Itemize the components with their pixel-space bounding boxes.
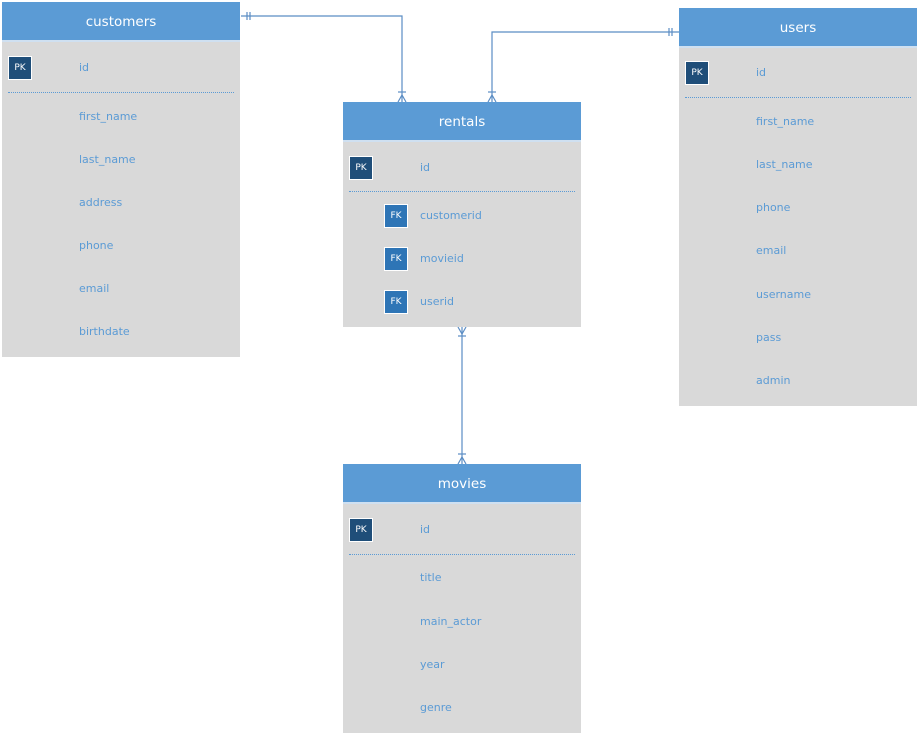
field-name: id [420,161,431,174]
field-row[interactable]: phone [2,234,240,258]
field-name: id [420,523,431,536]
field-name: customerid [420,209,482,222]
field-row[interactable]: birthdate [2,320,240,344]
field-name: movieid [420,252,464,265]
field-row[interactable]: username [679,283,917,307]
entity-title: users [679,8,917,48]
pk-badge: PK [685,61,709,85]
field-row[interactable]: email [2,277,240,301]
key-divider [349,191,575,192]
field-row[interactable]: admin [679,369,917,393]
field-name: year [420,658,445,671]
field-name: last_name [79,153,136,166]
entity-title: rentals [343,102,581,142]
field-name: first_name [756,115,815,128]
field-name: id [756,66,767,79]
key-divider [685,97,911,98]
field-name: username [756,288,811,301]
field-name: address [79,196,123,209]
field-name: main_actor [420,615,482,628]
entity-rentals[interactable]: rentals PK id FK customerid FK movieid F… [343,102,581,327]
pk-badge: PK [349,156,373,180]
key-divider [349,554,575,555]
field-row[interactable]: address [2,191,240,215]
entity-users[interactable]: users PK id first_name last_name phone e… [679,8,917,406]
field-row[interactable]: phone [679,196,917,220]
field-row-pk[interactable]: PK id [679,61,917,85]
field-row[interactable]: email [679,239,917,263]
field-row-fk[interactable]: FK userid [343,290,581,314]
field-row[interactable]: first_name [679,110,917,134]
field-name: admin [756,374,791,387]
field-row[interactable]: first_name [2,105,240,129]
field-name: first_name [79,110,138,123]
field-name: email [79,282,110,295]
field-name: email [756,244,787,257]
field-name: title [420,571,442,584]
field-row-pk[interactable]: PK id [343,518,581,542]
entity-title: customers [2,2,240,42]
field-row[interactable]: pass [679,326,917,350]
field-row[interactable]: year [343,653,581,677]
field-name: id [79,61,90,74]
field-row[interactable]: genre [343,696,581,720]
field-row-fk[interactable]: FK movieid [343,247,581,271]
field-row[interactable]: last_name [2,148,240,172]
entity-movies[interactable]: movies PK id title main_actor year genre [343,464,581,733]
field-name: birthdate [79,325,130,338]
field-name: pass [756,331,782,344]
field-row[interactable]: main_actor [343,610,581,634]
field-row-pk[interactable]: PK id [2,56,240,80]
entity-customers[interactable]: customers PK id first_name last_name add… [2,2,240,357]
field-name: genre [420,701,452,714]
field-name: phone [756,201,791,214]
fk-badge: FK [384,290,408,314]
fk-badge: FK [384,204,408,228]
field-row-pk[interactable]: PK id [343,156,581,180]
field-name: last_name [756,158,813,171]
key-divider [8,92,234,93]
pk-badge: PK [8,56,32,80]
pk-badge: PK [349,518,373,542]
field-name: userid [420,295,455,308]
relationship-rentals-movies[interactable] [457,326,467,465]
entity-title: movies [343,464,581,504]
field-row[interactable]: title [343,566,581,590]
relationship-customers-rentals[interactable] [241,12,407,103]
field-row-fk[interactable]: FK customerid [343,204,581,228]
field-name: phone [79,239,114,252]
fk-badge: FK [384,247,408,271]
relationship-users-rentals[interactable] [487,28,679,103]
field-row[interactable]: last_name [679,153,917,177]
